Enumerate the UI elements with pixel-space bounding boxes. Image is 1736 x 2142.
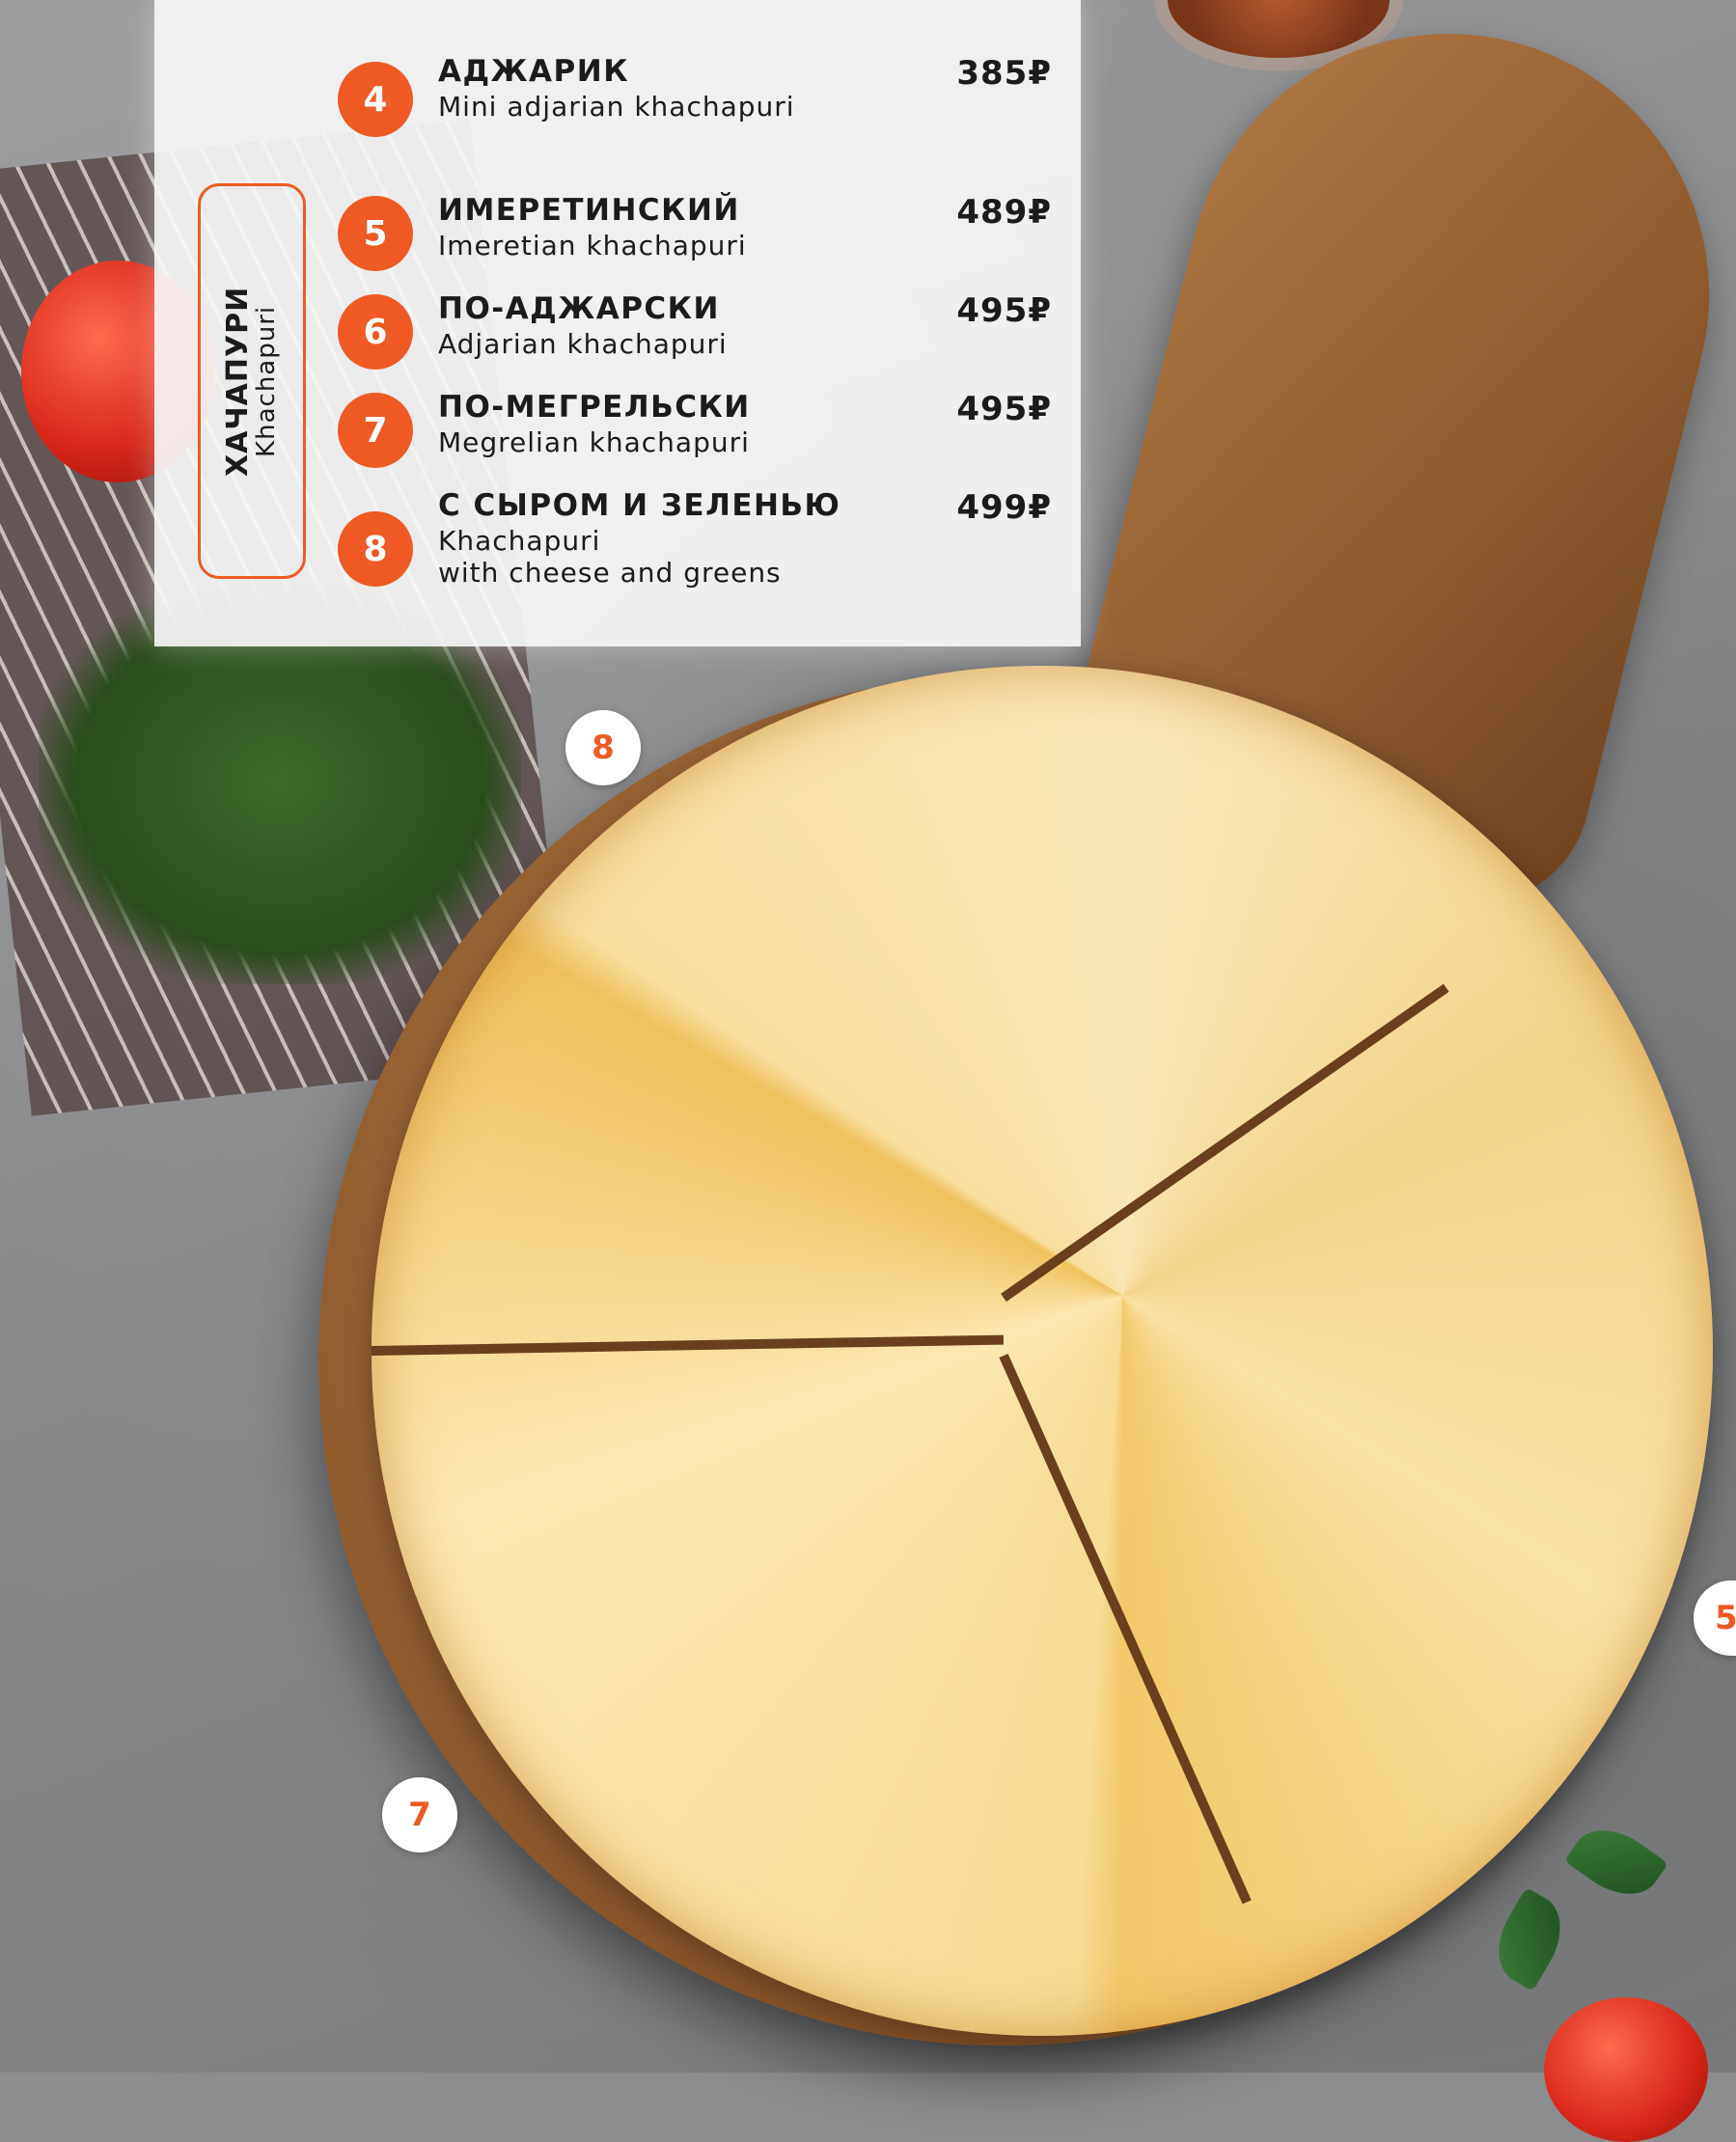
item-price: 499₽	[956, 488, 1052, 527]
item-price: 495₽	[956, 390, 1052, 428]
item-price: 489₽	[956, 193, 1052, 232]
section-title: ХАЧАПУРИ Khachapuri	[221, 286, 282, 477]
item-number-badge: 7	[338, 393, 413, 468]
item-subtitle-line: Khachapuri	[438, 525, 601, 557]
tomato-image	[1544, 1997, 1708, 2142]
item-name: С СЫРОМ И ЗЕЛЕНЬЮ	[438, 488, 841, 523]
section-title-ru: ХАЧАПУРИ	[221, 286, 256, 477]
section-tag: ХАЧАПУРИ Khachapuri	[198, 183, 306, 579]
item-subtitle: Adjarian khachapuri	[438, 328, 728, 360]
item-name: АДЖАРИК	[438, 54, 630, 89]
item-subtitle: Mini adjarian khachapuri	[438, 91, 795, 123]
item-price: 495₽	[956, 291, 1052, 330]
item-number-badge: 8	[338, 511, 413, 587]
photo-marker-7: 7	[382, 1777, 457, 1853]
item-name: ПО-МЕГРЕЛЬСКИ	[438, 390, 751, 425]
item-price: 385₽	[956, 54, 1052, 93]
item-subtitle: Khachapuri with cheese and greens	[438, 525, 882, 589]
item-number-badge: 5	[338, 196, 413, 271]
item-subtitle: Imeretian khachapuri	[438, 230, 747, 261]
section-title-en: Khachapuri	[252, 305, 282, 457]
item-number-badge: 4	[338, 62, 413, 137]
item-subtitle-line: with cheese and greens	[438, 557, 782, 590]
item-number-badge: 6	[338, 294, 413, 370]
item-name: ИМЕРЕТИНСКИЙ	[438, 193, 740, 228]
item-name: ПО-АДЖАРСКИ	[438, 291, 720, 326]
item-subtitle: Megrelian khachapuri	[438, 426, 750, 458]
photo-marker-8: 8	[565, 710, 641, 785]
